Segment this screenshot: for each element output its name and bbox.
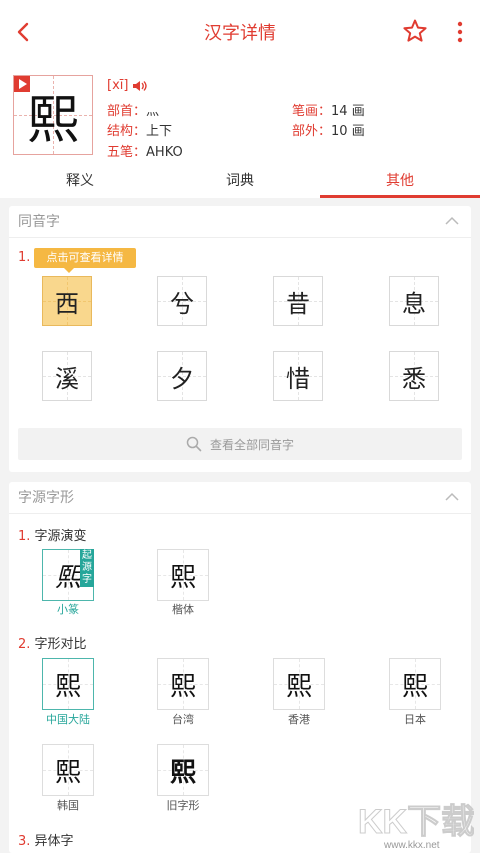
tab-dictionary[interactable]: 词典 bbox=[160, 168, 320, 198]
more-menu-icon[interactable] bbox=[454, 18, 466, 46]
section-evolution: 1. 字源演变 bbox=[18, 529, 87, 544]
origin-badge: 起源字 bbox=[80, 549, 94, 587]
structure-row: 结构：上下 bbox=[107, 124, 173, 139]
form-caption: 韩国 bbox=[57, 799, 79, 812]
section-variants: 3. 异体字 bbox=[18, 834, 74, 849]
homophone-char[interactable]: 惜 bbox=[273, 351, 323, 401]
homophone-char[interactable]: 夕 bbox=[157, 351, 207, 401]
watermark-logo: KK下载 www.kkx.net bbox=[356, 801, 476, 852]
homophones-index: 1. bbox=[18, 250, 31, 265]
tooltip: 点击可查看详情 bbox=[34, 248, 136, 273]
svg-text:KK下载: KK下载 bbox=[358, 803, 474, 841]
tab-other[interactable]: 其他 bbox=[320, 168, 480, 198]
chevron-up-icon[interactable] bbox=[445, 492, 459, 502]
svg-text:www.kkx.net: www.kkx.net bbox=[383, 840, 440, 851]
speaker-icon[interactable] bbox=[132, 80, 148, 92]
homophone-char[interactable]: 悉 bbox=[389, 351, 439, 401]
top-bar: 汉字详情 bbox=[0, 0, 480, 64]
view-all-label: 查看全部同音字 bbox=[209, 437, 294, 452]
homophones-header[interactable]: 同音字 bbox=[9, 206, 471, 238]
view-all-homophones-button[interactable]: 查看全部同音字 bbox=[18, 428, 462, 460]
form-korea[interactable]: 熙 bbox=[42, 744, 94, 796]
chevron-up-icon[interactable] bbox=[445, 216, 459, 226]
origin-title: 字源字形 bbox=[18, 490, 74, 506]
form-caption: 旧字形 bbox=[166, 799, 200, 812]
back-arrow-icon[interactable] bbox=[10, 18, 38, 46]
homophone-char[interactable]: 兮 bbox=[157, 276, 207, 326]
pinyin-text: [xī] bbox=[107, 78, 129, 93]
play-stroke-animation-icon[interactable] bbox=[14, 76, 30, 92]
form-caption: 小篆 bbox=[57, 603, 79, 616]
form-regular-script[interactable]: 熙 bbox=[157, 549, 209, 601]
section-compare: 2. 字形对比 bbox=[18, 637, 87, 652]
form-mainland[interactable]: 熙 bbox=[42, 658, 94, 710]
form-caption: 台湾 bbox=[172, 713, 194, 726]
form-old-style[interactable]: 熙 bbox=[157, 744, 209, 796]
homophone-char[interactable]: 息 bbox=[389, 276, 439, 326]
homophone-char[interactable]: 西 bbox=[42, 276, 92, 326]
search-icon bbox=[186, 436, 202, 452]
form-caption: 香港 bbox=[288, 713, 310, 726]
form-caption: 日本 bbox=[404, 713, 426, 726]
page-title: 汉字详情 bbox=[204, 23, 276, 44]
character-header: 熙 [xī] 部首：灬 笔画：14 画 结构：上下 部外：10 画 五笔：AHK… bbox=[0, 64, 480, 168]
form-caption: 中国大陆 bbox=[46, 713, 90, 726]
stroke-count-row: 笔画：14 画 bbox=[292, 104, 365, 119]
form-caption: 楷体 bbox=[172, 603, 194, 616]
origin-header[interactable]: 字源字形 bbox=[9, 482, 471, 514]
favorite-star-icon[interactable] bbox=[402, 18, 428, 44]
homophone-char[interactable]: 昔 bbox=[273, 276, 323, 326]
radical-row: 部首：灬 bbox=[107, 104, 160, 119]
homophone-char[interactable]: 溪 bbox=[42, 351, 92, 401]
form-hongkong[interactable]: 熙 bbox=[273, 658, 325, 710]
form-japan[interactable]: 熙 bbox=[389, 658, 441, 710]
form-seal-script[interactable]: 熙 起源字 bbox=[42, 549, 94, 601]
homophones-title: 同音字 bbox=[18, 214, 60, 230]
tab-bar: 释义 词典 其他 bbox=[0, 168, 480, 198]
tab-definition[interactable]: 释义 bbox=[0, 168, 160, 198]
extra-strokes-row: 部外：10 画 bbox=[292, 124, 365, 139]
pinyin[interactable]: [xī] bbox=[107, 78, 148, 93]
wubi-row: 五笔：AHKO bbox=[107, 145, 183, 160]
character-grid: 熙 bbox=[13, 75, 93, 155]
form-taiwan[interactable]: 熙 bbox=[157, 658, 209, 710]
